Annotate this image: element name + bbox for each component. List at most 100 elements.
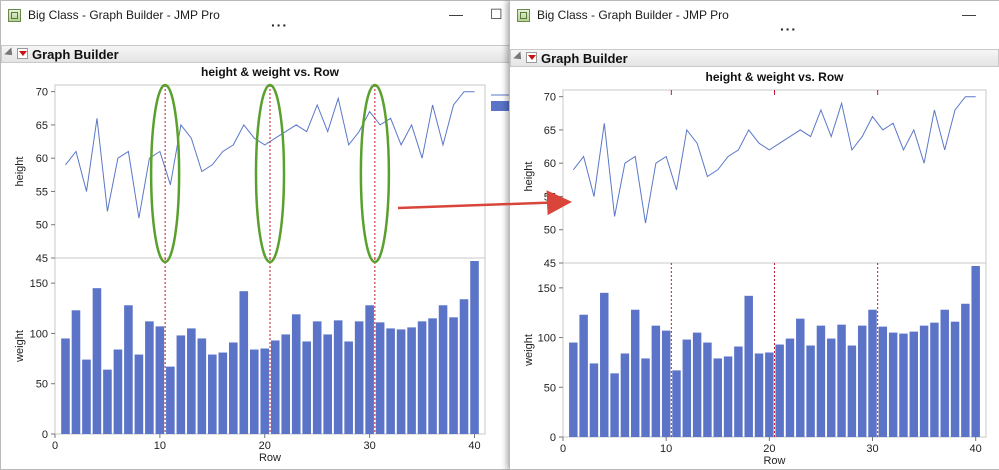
weight-axis-label: weight <box>14 330 26 363</box>
weight-bar <box>365 305 374 434</box>
height-tick-label: 70 <box>544 92 556 104</box>
chart-title: height & weight vs. Row <box>201 65 340 79</box>
weight-bar <box>723 356 733 437</box>
weight-bar <box>417 321 427 434</box>
x-tick-label: 20 <box>763 443 775 455</box>
weight-bar <box>569 342 578 437</box>
weight-bar <box>61 338 70 434</box>
weight-bar <box>386 328 395 434</box>
weight-bar <box>449 317 458 434</box>
weight-bar <box>579 314 588 437</box>
x-tick-label: 0 <box>560 443 566 455</box>
weight-bar <box>438 305 448 434</box>
x-tick-label: 40 <box>468 440 480 452</box>
weight-bar <box>82 359 91 434</box>
weight-bar <box>281 334 291 434</box>
weight-bar <box>208 354 217 434</box>
weight-bar <box>909 331 919 437</box>
weight-bar <box>459 299 469 434</box>
x-tick-label: 20 <box>259 440 271 452</box>
weight-bar <box>470 261 479 434</box>
weight-bar <box>71 310 81 434</box>
weight-bar <box>270 340 280 434</box>
x-tick-label: 10 <box>154 440 166 452</box>
weight-bar <box>641 358 650 437</box>
weight-bar <box>971 265 980 437</box>
weight-bar <box>176 335 186 434</box>
height-axis-label: height <box>523 162 535 192</box>
weight-bar <box>837 324 846 437</box>
weight-bar <box>145 321 154 434</box>
weight-bar <box>744 295 753 437</box>
weight-bar <box>249 349 259 434</box>
height-tick-label: 60 <box>544 158 556 170</box>
weight-bar <box>620 353 630 437</box>
weight-bar <box>239 291 249 434</box>
weight-bar <box>333 320 343 434</box>
height-tick-label: 60 <box>36 153 48 165</box>
weight-bar <box>919 325 929 437</box>
weight-bar <box>816 325 826 437</box>
weight-bar <box>899 333 908 437</box>
weight-bar <box>302 341 312 434</box>
weight-bar <box>197 338 207 434</box>
weight-tick-label: 0 <box>550 432 556 444</box>
right-graph: height & weight vs. Row 45 50 55 60 65 70 0 50 10… <box>523 70 987 467</box>
weight-bar <box>888 332 898 437</box>
left-window: Big Class - Graph Builder - JMP Pro — ☐ … <box>0 0 511 470</box>
height-panel-frame <box>562 89 987 264</box>
weight-bar <box>375 322 385 434</box>
weight-bar <box>323 334 332 434</box>
weight-bar <box>950 321 960 437</box>
weight-bar <box>134 354 144 434</box>
weight-bar <box>312 321 322 434</box>
weight-bar <box>754 353 764 437</box>
weight-bar <box>672 370 681 437</box>
weight-bar <box>940 309 949 437</box>
weight-bar <box>651 325 661 437</box>
weight-bar <box>692 332 702 437</box>
weight-bar <box>600 292 609 437</box>
weight-bar <box>765 352 774 437</box>
left-graph: height & weight vs. Row 45 50 55 60 65 70 0 50 10… <box>14 65 511 464</box>
height-tick-label: 45 <box>36 253 48 265</box>
weight-bar <box>260 348 270 434</box>
weight-tick-label: 150 <box>30 278 48 290</box>
weight-bar <box>218 352 228 434</box>
weight-bar <box>827 338 836 437</box>
x-tick-label: 0 <box>52 440 58 452</box>
right-window: Big Class - Graph Builder - JMP Pro — ··… <box>509 0 999 470</box>
height-tick-label: 65 <box>36 120 48 132</box>
x-tick-label: 10 <box>660 443 672 455</box>
weight-bar <box>103 369 112 434</box>
weight-bar <box>661 330 671 437</box>
weight-bar <box>187 328 196 434</box>
weight-bar <box>857 325 867 437</box>
weight-bar <box>428 318 437 434</box>
height-tick-label: 70 <box>36 87 48 99</box>
x-axis-label: Row <box>259 452 281 464</box>
weight-bar <box>868 309 877 437</box>
weight-tick-label: 50 <box>36 379 48 391</box>
height-tick-label: 55 <box>544 191 556 203</box>
height-axis-label: height <box>14 157 26 187</box>
weight-bar <box>155 326 165 434</box>
weight-tick-label: 150 <box>538 283 556 295</box>
weight-bar <box>344 341 353 434</box>
x-tick-label: 30 <box>866 443 878 455</box>
weight-bar <box>734 346 743 437</box>
height-tick-label: 50 <box>36 220 48 232</box>
weight-bar <box>396 329 406 434</box>
chart-title: height & weight vs. Row <box>705 70 844 84</box>
weight-bar <box>407 327 416 434</box>
weight-bar <box>847 345 857 437</box>
weight-bar <box>166 366 175 434</box>
weight-bar <box>961 303 970 437</box>
weight-bar <box>589 363 599 437</box>
weight-bar <box>930 322 939 437</box>
weight-bar <box>682 339 692 437</box>
weight-bar <box>291 314 301 434</box>
weight-bar <box>610 373 619 437</box>
x-tick-label: 30 <box>364 440 376 452</box>
x-tick-label: 40 <box>970 443 982 455</box>
